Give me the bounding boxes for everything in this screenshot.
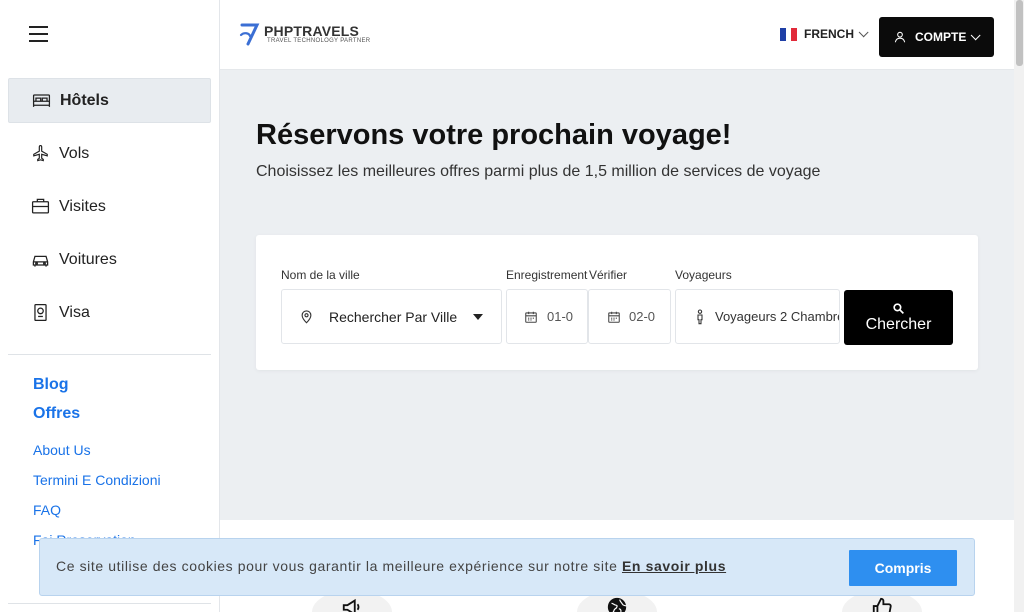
top-header: PHPTRAVELS TRAVEL TECHNOLOGY PARTNER FRE… (220, 0, 1014, 70)
user-icon (894, 31, 906, 43)
logo-tagline: TRAVEL TECHNOLOGY PARTNER (267, 37, 371, 44)
person-icon (697, 308, 703, 324)
sidebar-item-label: Voitures (59, 250, 117, 268)
city-label: Nom de la ville (281, 268, 360, 282)
chevron-down-icon (858, 26, 869, 37)
checkout-label: Vérifier (589, 268, 628, 282)
checkin-date-input[interactable]: 01-0 (506, 289, 588, 344)
hamburger-icon[interactable] (29, 26, 48, 42)
sidebar-item-flights[interactable]: Vols (8, 131, 211, 176)
globe-icon (607, 597, 627, 612)
calendar-icon (525, 311, 537, 323)
account-button[interactable]: COMPTE (879, 17, 994, 57)
terms-link[interactable]: Termini E Condizioni (33, 465, 161, 495)
search-button[interactable]: Chercher (844, 290, 953, 345)
account-label: COMPTE (915, 30, 967, 44)
scrollbar-track[interactable] (1014, 0, 1024, 612)
sidebar-item-cars[interactable]: Voitures (8, 237, 211, 282)
hero-subtitle: Choisissez les meilleures offres parmi p… (256, 163, 821, 180)
language-label: FRENCH (804, 27, 854, 41)
cookie-banner: Ce site utilise des cookies pour vous ga… (39, 538, 975, 596)
caret-down-icon (473, 313, 483, 320)
city-search-value: Rechercher Par Ville (329, 308, 458, 325)
travellers-value: Voyageurs 2 Chambre (715, 309, 840, 324)
sidebar-links: Blog Offres About Us Termini E Condizion… (33, 370, 161, 555)
sidebar-item-hotels[interactable]: Hôtels (8, 78, 211, 123)
location-pin-icon (301, 310, 312, 324)
cookie-accept-button[interactable]: Compris (849, 550, 957, 586)
sidebar-item-visa[interactable]: Visa (8, 290, 211, 335)
sidebar-item-label: Vols (59, 144, 90, 162)
hero-title: Réservons votre prochain voyage! (256, 119, 732, 151)
checkin-label: Enregistrement (506, 268, 588, 282)
logo-name: PHPTRAVELS (264, 22, 360, 39)
search-icon (893, 302, 904, 314)
sidebar-item-label: Hôtels (60, 91, 109, 109)
sidebar-nav: Hôtels Vols Visites Voitures Visa (8, 78, 211, 343)
passport-icon (30, 303, 50, 323)
hero-section: Réservons votre prochain voyage! Choisis… (220, 70, 1014, 520)
plane-icon (30, 144, 50, 164)
city-search-select[interactable]: Rechercher Par Ville (281, 289, 502, 344)
car-icon (30, 250, 50, 270)
travellers-select[interactable]: Voyageurs 2 Chambre (675, 289, 840, 344)
language-selector[interactable]: FRENCH (780, 26, 869, 41)
sidebar-item-label: Visites (59, 197, 106, 215)
calendar-icon (608, 311, 620, 323)
checkout-date-value: 02-0 (629, 309, 656, 324)
french-flag-icon (780, 27, 798, 41)
scrollbar-thumb[interactable] (1016, 0, 1023, 66)
about-us-link[interactable]: About Us (33, 435, 161, 465)
thumbs-up-icon (872, 597, 892, 612)
cookie-message-row: Ce site utilise des cookies pour vous ga… (56, 558, 726, 574)
megaphone-icon (342, 598, 360, 612)
hotel-search-form: Nom de la ville Enregistrement Vérifier … (256, 235, 978, 370)
travellers-label: Voyageurs (675, 268, 732, 282)
checkin-date-value: 01-0 (547, 309, 574, 324)
faq-link[interactable]: FAQ (33, 495, 161, 525)
cookie-message: Ce site utilise des cookies pour vous ga… (56, 558, 618, 574)
chevron-down-icon (971, 29, 981, 40)
search-button-label: Chercher (865, 315, 932, 333)
sidebar-item-label: Visa (59, 303, 90, 321)
sidebar-divider-bottom (8, 603, 211, 604)
checkout-date-input[interactable]: 02-0 (588, 289, 671, 344)
bed-icon (31, 91, 51, 111)
sidebar: Hôtels Vols Visites Voitures Visa Blog O… (0, 0, 220, 612)
logo[interactable]: PHPTRAVELS TRAVEL TECHNOLOGY PARTNER (239, 21, 370, 47)
sidebar-item-tours[interactable]: Visites (8, 184, 211, 229)
offers-link[interactable]: Offres (33, 399, 161, 428)
sidebar-divider (8, 354, 211, 355)
logo-mark-icon (239, 23, 260, 46)
briefcase-icon (30, 197, 50, 217)
blog-link[interactable]: Blog (33, 370, 161, 399)
cookie-learn-more-link[interactable]: En savoir plus (622, 558, 726, 574)
